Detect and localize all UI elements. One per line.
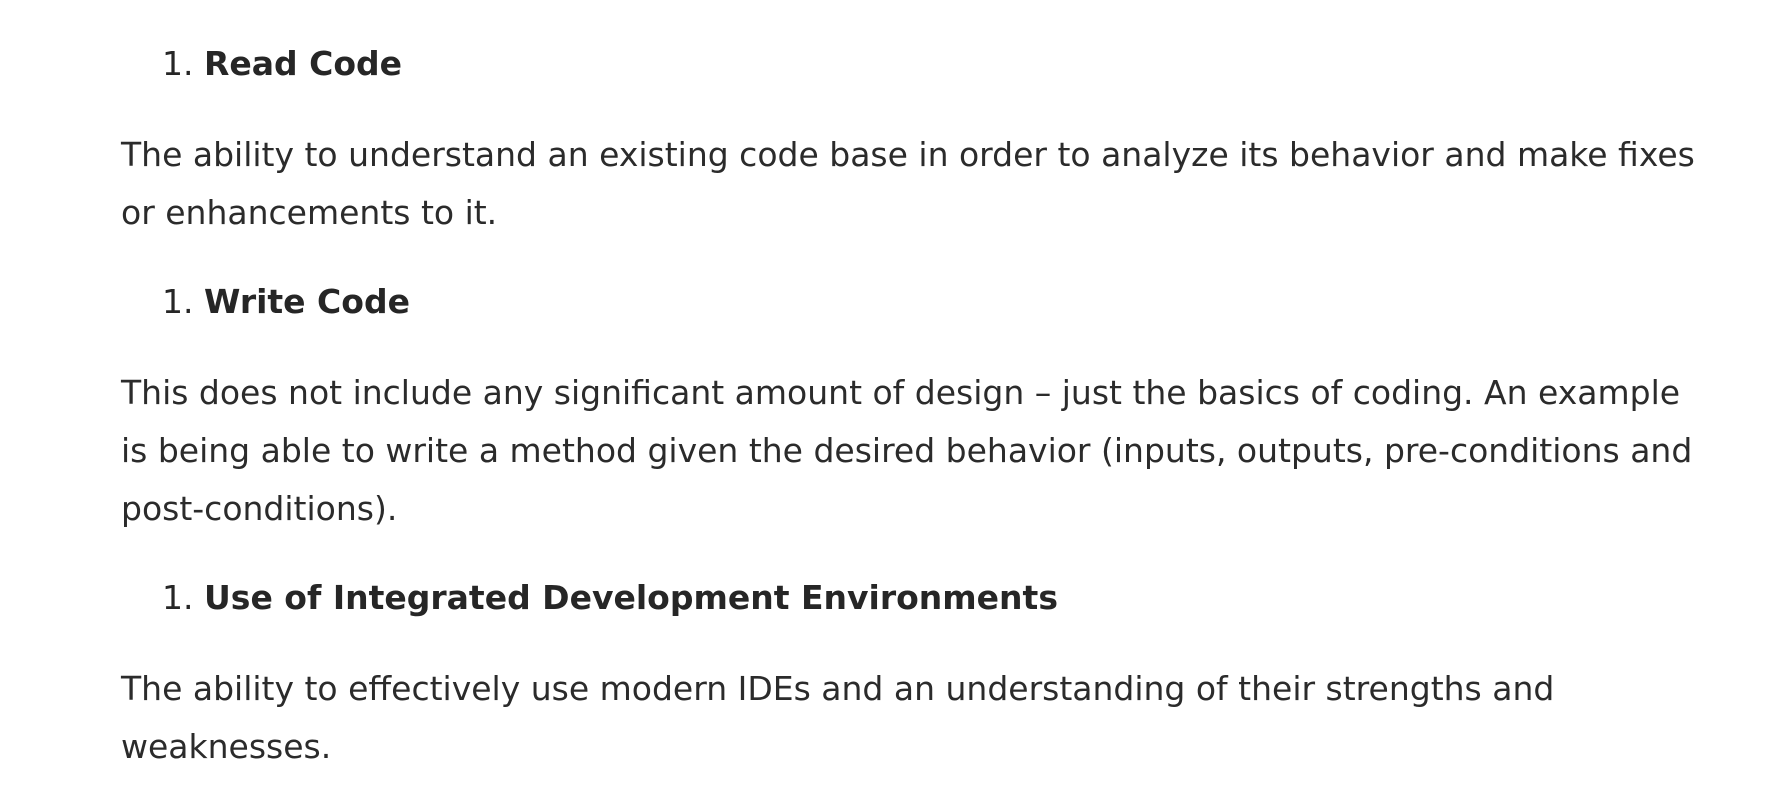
paragraph-line: The ability to understand an existing co…: [121, 135, 1695, 174]
list-number: 1.: [162, 44, 194, 83]
heading-label: Read Code: [204, 44, 403, 83]
list-item-heading-write-code: 1. Write Code: [162, 282, 410, 322]
paragraph-line: This does not include any significant am…: [121, 373, 1681, 412]
paragraph-line: weaknesses.: [121, 727, 332, 766]
list-item-heading-ide: 1. Use of Integrated Development Environ…: [162, 578, 1058, 618]
paragraph-line: The ability to effectively use modern ID…: [121, 669, 1555, 708]
list-number: 1.: [162, 282, 194, 321]
heading-label: Write Code: [204, 282, 410, 321]
list-item-heading-read-code: 1. Read Code: [162, 44, 402, 84]
paragraph-line: post-conditions).: [121, 489, 398, 528]
document-content: 1. Read Code The ability to understand a…: [0, 0, 1774, 800]
paragraph-ide: The ability to effectively use modern ID…: [121, 660, 1621, 776]
paragraph-write-code: This does not include any significant am…: [121, 364, 1693, 538]
heading-label: Use of Integrated Development Environmen…: [204, 578, 1058, 617]
paragraph-line: is being able to write a method given th…: [121, 431, 1693, 470]
paragraph-read-code: The ability to understand an existing co…: [121, 126, 1695, 242]
list-number: 1.: [162, 578, 194, 617]
paragraph-line: or enhancements to it.: [121, 193, 498, 232]
